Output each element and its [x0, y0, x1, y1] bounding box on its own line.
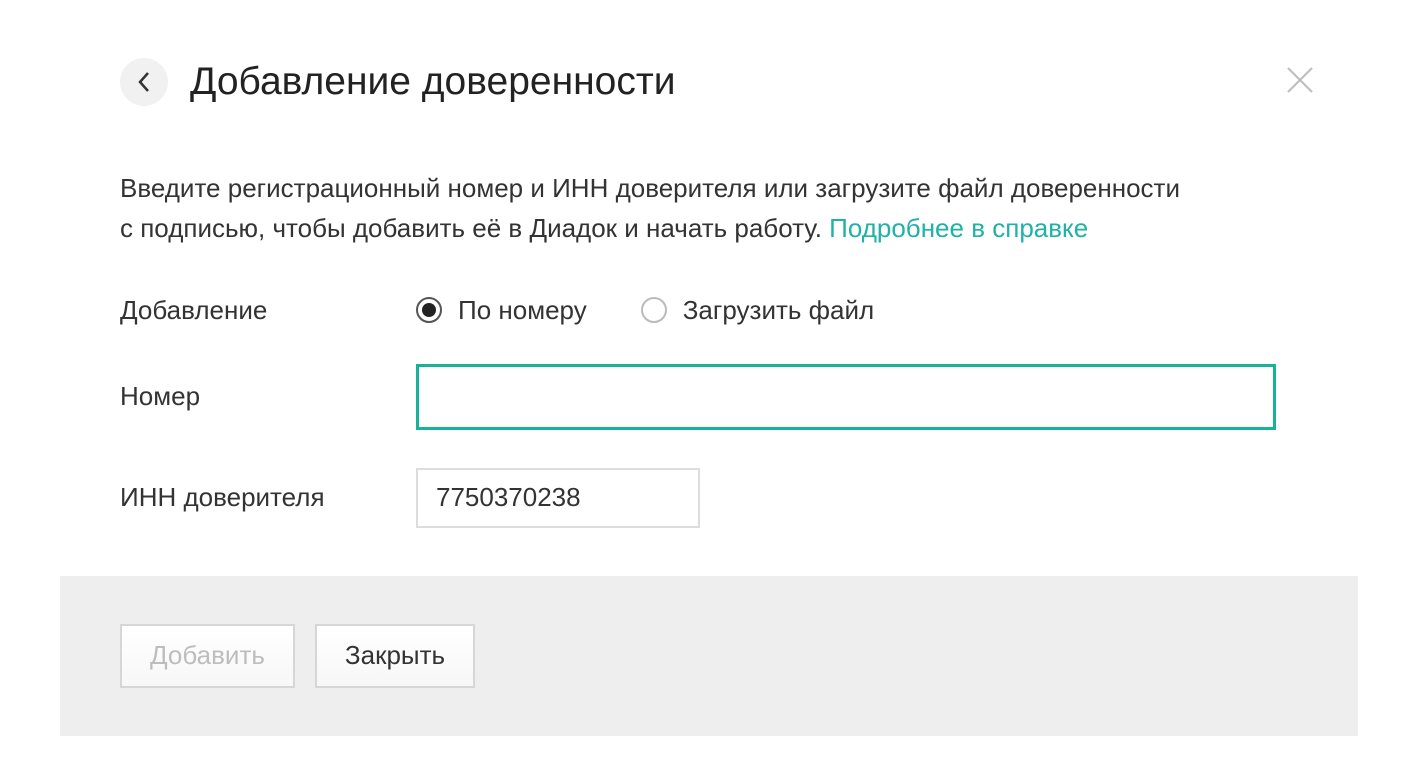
back-button[interactable] [120, 58, 168, 106]
inn-row: ИНН доверителя [120, 468, 1298, 528]
radio-upload-label: Загрузить файл [683, 295, 874, 326]
dialog-header: Добавление доверенности [60, 0, 1358, 126]
add-power-of-attorney-dialog: Добавление доверенности Введите регистра… [60, 0, 1358, 736]
add-method-radio-group: По номеру Загрузить файл [416, 295, 874, 326]
number-row: Номер [120, 364, 1298, 430]
radio-by-number-label: По номеру [458, 295, 587, 326]
dialog-title: Добавление доверенности [190, 60, 676, 104]
add-method-row: Добавление По номеру Загрузить файл [120, 295, 1298, 326]
dialog-footer: Добавить Закрыть [60, 576, 1358, 736]
chevron-left-icon [137, 71, 151, 93]
radio-by-number[interactable]: По номеру [416, 295, 587, 326]
inn-label: ИНН доверителя [120, 482, 416, 513]
number-label: Номер [120, 381, 416, 412]
dialog-body: Введите регистрационный номер и ИНН дове… [60, 126, 1358, 576]
close-icon [1285, 65, 1315, 95]
radio-upload-file[interactable]: Загрузить файл [641, 295, 874, 326]
radio-circle-icon [416, 297, 442, 323]
close-button[interactable] [1282, 62, 1318, 98]
description-text: Введите регистрационный номер и ИНН дове… [120, 168, 1180, 249]
add-button[interactable]: Добавить [120, 624, 295, 688]
inn-input[interactable] [416, 468, 700, 528]
radio-circle-icon [641, 297, 667, 323]
add-method-label: Добавление [120, 295, 416, 326]
close-dialog-button[interactable]: Закрыть [315, 624, 475, 688]
number-input[interactable] [416, 364, 1276, 430]
help-link[interactable]: Подробнее в справке [829, 213, 1088, 243]
